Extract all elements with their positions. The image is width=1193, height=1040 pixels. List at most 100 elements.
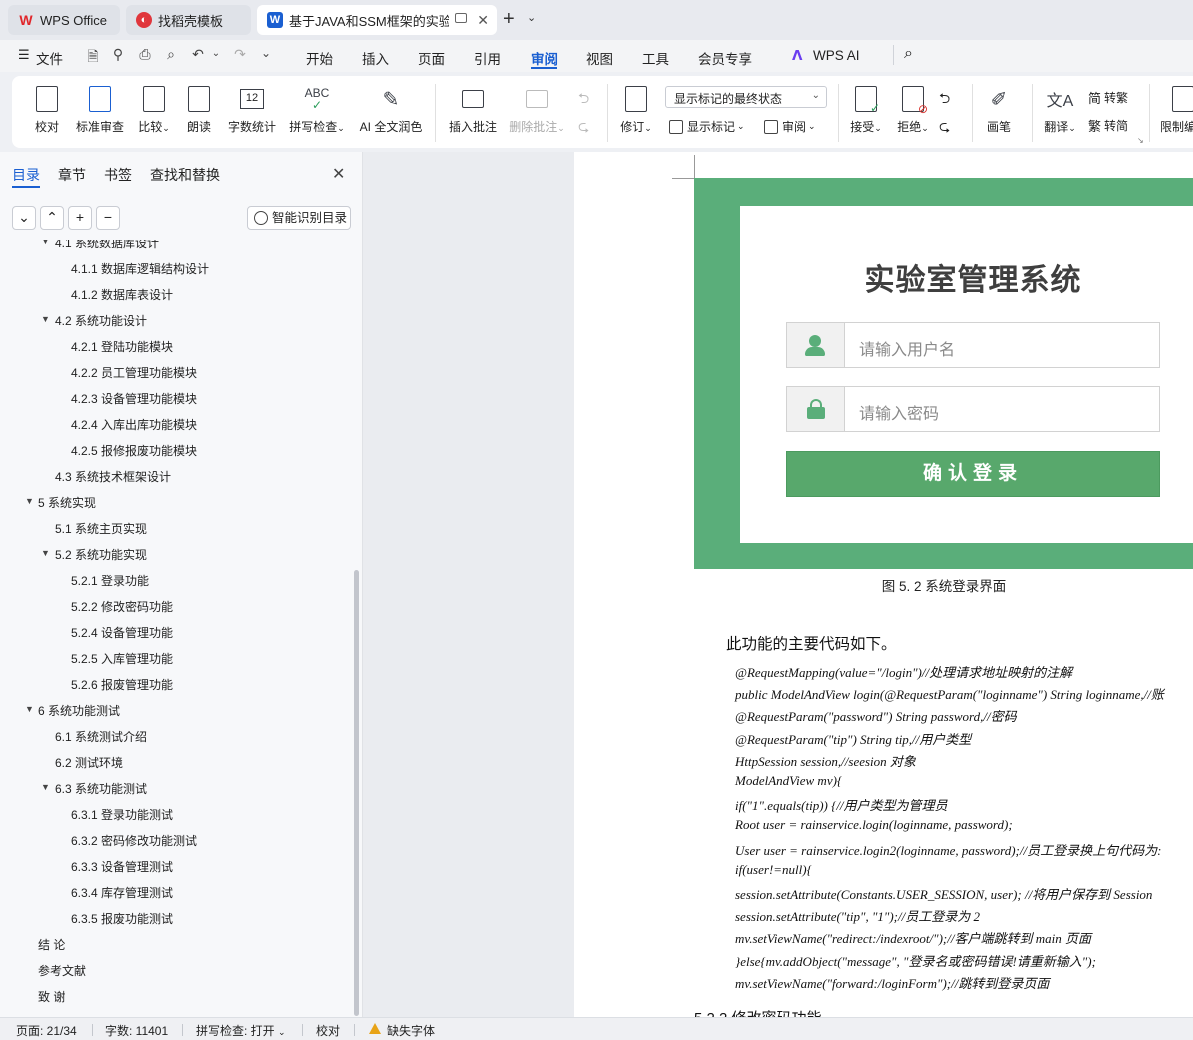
toc-item[interactable]: 6.3.5 报废功能测试 [71, 910, 173, 927]
insert-comment-button[interactable]: 插入批注 [447, 76, 499, 148]
close-icon[interactable]: ✕ [477, 12, 489, 29]
next-change-icon[interactable]: ⮎ [939, 116, 950, 140]
hamburger-icon[interactable]: ☰ [18, 47, 30, 63]
toc-item[interactable]: 6.3.1 登录功能测试 [71, 806, 173, 823]
toc-item[interactable]: 5.1 系统主页实现 [55, 520, 147, 537]
panel-tab-toc[interactable]: 目录 [12, 165, 40, 185]
menu-tools[interactable]: 工具 [642, 48, 669, 68]
panel-tab-find-replace[interactable]: 查找和替换 [150, 165, 220, 185]
previous-comment-icon[interactable]: ⮌ [578, 88, 589, 112]
toc-item[interactable]: 5.2.4 设备管理功能 [71, 624, 173, 641]
markup-state-select[interactable]: 显示标记的最终状态 ⌄ [665, 86, 827, 108]
toc-item[interactable]: 4.1.1 数据库逻辑结构设计 [71, 260, 209, 277]
toc-item[interactable]: 4.2.3 设备管理功能模块 [71, 390, 197, 407]
add-heading-button[interactable]: + [68, 206, 92, 230]
toc-item[interactable]: 6.3.4 库存管理测试 [71, 884, 173, 901]
reject-button[interactable]: ⊘ 拒绝⌄ [894, 76, 932, 148]
delete-comment-button[interactable]: 删除批注⌄ [507, 76, 567, 148]
menu-insert[interactable]: 插入 [362, 48, 389, 68]
redo-icon[interactable]: ↷ [232, 46, 248, 62]
print-preview-icon[interactable]: ⌕ [163, 46, 179, 62]
toc-item[interactable]: 4.1 系统数据库设计 [55, 240, 159, 251]
new-tab-plus-icon[interactable]: + [503, 8, 515, 31]
review-pane-button[interactable]: 审阅 ⌄ [764, 118, 816, 135]
undo-dropdown-icon[interactable]: ⌄ [208, 48, 224, 64]
ai-polish-button[interactable]: ✎ AI 全文润色 [357, 76, 425, 148]
read-aloud-button[interactable]: 朗读 [184, 76, 214, 148]
to-simplified-button[interactable]: 繁转简 [1088, 116, 1128, 135]
close-icon[interactable]: ✕ [332, 164, 345, 184]
panel-tab-chapters[interactable]: 章节 [58, 165, 86, 185]
toc-item[interactable]: 4.3 系统技术框架设计 [55, 468, 171, 485]
previous-change-icon[interactable]: ⮌ [939, 88, 950, 112]
toc-item[interactable]: 6.3.2 密码修改功能测试 [71, 832, 197, 849]
toc-item[interactable]: 5.2.6 报废管理功能 [71, 676, 173, 693]
toc-item[interactable]: 4.2.4 入库出库功能模块 [71, 416, 197, 433]
menu-file[interactable]: 文件 [36, 48, 63, 68]
page-indicator[interactable]: 页面: 21/34 [16, 1022, 77, 1039]
toc-item[interactable]: 6.3 系统功能测试 [55, 780, 147, 797]
toc-item[interactable]: 4.2.2 员工管理功能模块 [71, 364, 197, 381]
word-count-button[interactable]: 12 字数统计 [226, 76, 278, 148]
translate-button[interactable]: 文A 翻译⌄ [1040, 76, 1080, 148]
expand-arrow-icon[interactable]: ▼ [25, 496, 34, 506]
tab-document[interactable]: W 基于JAVA和SSM框架的实验室 ✕ [257, 5, 497, 35]
menu-review[interactable]: 审阅 [531, 48, 558, 68]
to-traditional-button[interactable]: 简转繁 [1088, 88, 1128, 107]
spell-check-button[interactable]: ABC ✓ 拼写检查⌄ [287, 76, 347, 148]
standard-review-button[interactable]: 标准审查 [74, 76, 126, 148]
toc-item[interactable]: 6.2 测试环境 [55, 754, 123, 771]
toc-item[interactable]: 4.2 系统功能设计 [55, 312, 147, 329]
toc-item[interactable]: 6.3.3 设备管理测试 [71, 858, 173, 875]
expand-arrow-icon[interactable]: ▼ [41, 314, 50, 324]
menu-view[interactable]: 视图 [586, 48, 613, 68]
share-icon[interactable]: ⚲ [110, 46, 126, 62]
toc-item[interactable]: 5.2 系统功能实现 [55, 546, 147, 563]
expand-up-button[interactable]: ⌃ [40, 206, 64, 230]
smart-toc-button[interactable]: 智能识别目录 [247, 206, 351, 230]
toc-item[interactable]: 5 系统实现 [38, 494, 96, 511]
toc-item[interactable]: 5.2.1 登录功能 [71, 572, 149, 589]
word-count-status[interactable]: 字数: 11401 [105, 1022, 168, 1039]
restrict-editing-button[interactable]: 限制编 [1160, 76, 1193, 148]
proofread-button[interactable]: 校对 [30, 76, 64, 148]
toc-item[interactable]: 4.2.5 报修报废功能模块 [71, 442, 197, 459]
missing-font-status[interactable]: 缺失字体 [387, 1022, 435, 1039]
menu-reference[interactable]: 引用 [474, 48, 501, 68]
expand-arrow-icon[interactable]: ▼ [41, 240, 50, 246]
collapse-down-button[interactable]: ⌄ [12, 206, 36, 230]
compare-button[interactable]: 比较⌄ [134, 76, 174, 148]
expand-arrow-icon[interactable]: ▼ [41, 548, 50, 558]
more-chevron-icon[interactable]: ⌄ [258, 46, 274, 62]
panel-tab-bookmarks[interactable]: 书签 [104, 165, 132, 185]
expand-corner-icon[interactable]: ↘ [1137, 136, 1144, 145]
proofread-status[interactable]: 校对 [316, 1022, 340, 1039]
menu-home[interactable]: 开始 [306, 48, 333, 68]
toc-item[interactable]: 5.2.5 入库管理功能 [71, 650, 173, 667]
monitor-icon[interactable] [455, 13, 467, 23]
remove-heading-button[interactable]: − [96, 206, 120, 230]
toc-item[interactable]: 4.2.1 登陆功能模块 [71, 338, 173, 355]
tab-wps-office[interactable]: W WPS Office [8, 5, 120, 35]
save-icon[interactable]: 🗎 [85, 46, 101, 64]
expand-arrow-icon[interactable]: ▼ [41, 782, 50, 792]
toc-item[interactable]: 6 系统功能测试 [38, 702, 120, 719]
toc-item[interactable]: 4.1.2 数据库表设计 [71, 286, 173, 303]
search-icon[interactable]: ⌕ [904, 45, 913, 63]
expand-arrow-icon[interactable]: ▼ [25, 704, 34, 714]
print-icon[interactable]: ⎙ [137, 46, 153, 62]
accept-button[interactable]: ✓ 接受⌄ [847, 76, 885, 148]
toc-scrollbar[interactable] [354, 570, 359, 1016]
spell-check-status[interactable]: 拼写检查: 打开 ⌄ [196, 1022, 286, 1039]
tab-docer[interactable]: ◐ 找稻壳模板 [126, 5, 251, 35]
toc-item[interactable]: 5.2.2 修改密码功能 [71, 598, 173, 615]
toc-item[interactable]: 6.1 系统测试介绍 [55, 728, 147, 745]
toc-item[interactable]: 参考文献 [38, 962, 86, 979]
brush-button[interactable]: ✐ 画笔 [984, 76, 1014, 148]
toc-item[interactable]: 结 论 [38, 936, 65, 953]
show-markup-button[interactable]: 显示标记 ⌄ [669, 118, 745, 135]
chevron-down-icon[interactable]: ⌄ [527, 11, 536, 24]
toc-item[interactable]: 致 谢 [38, 988, 65, 1005]
menu-wps-ai[interactable]: WPS AI [813, 48, 860, 63]
next-comment-icon[interactable]: ⮎ [578, 116, 589, 140]
